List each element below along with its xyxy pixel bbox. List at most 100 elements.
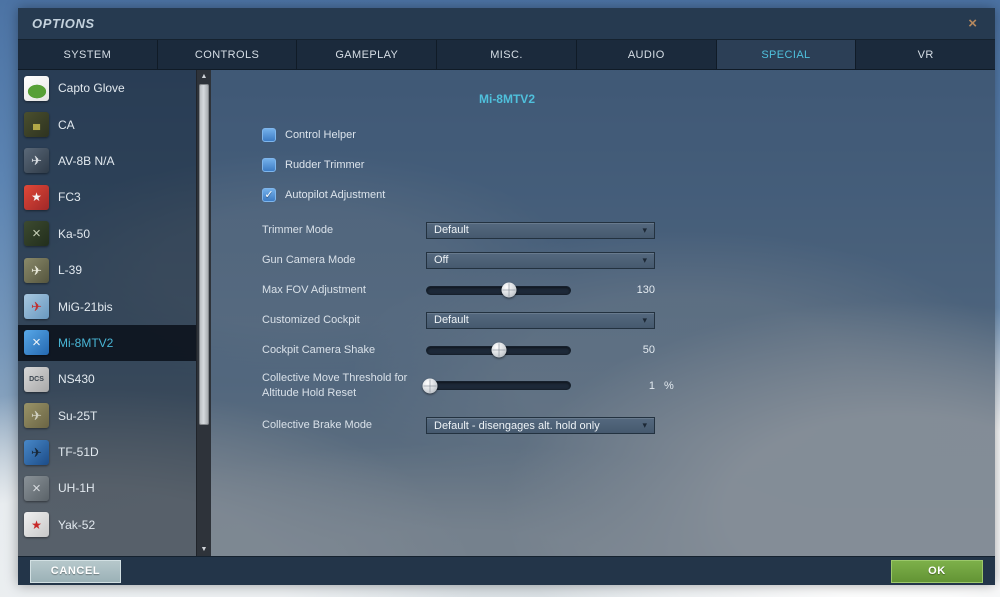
sidebar-item-mig21bis[interactable]: ✈ MiG-21bis (18, 288, 196, 324)
sidebar-item-mi8mtv2[interactable]: × Mi-8MTV2 (18, 324, 196, 362)
scroll-up-icon[interactable]: ▲ (197, 70, 211, 83)
sidebar-item-capto-glove[interactable]: Capto Glove (18, 70, 196, 106)
slider-value: 50 (642, 344, 655, 356)
tab-bar: SYSTEM CONTROLS GAMEPLAY MISC. AUDIO SPE… (18, 40, 995, 70)
icon-glyph: ✈ (31, 408, 42, 424)
setting-row-trimmer-mode: Trimmer Mode Default ▾ (262, 221, 772, 239)
icon-glyph: ▄ (32, 118, 41, 130)
av8b-icon: ✈ (24, 148, 49, 174)
page-title: Mi-8MTV2 (478, 92, 535, 106)
dropdown-trimmer-mode[interactable]: Default ▾ (426, 221, 655, 239)
sidebar-item-ns430[interactable]: DCS NS430 (18, 361, 196, 397)
setting-row-cockpit-camera-shake: Cockpit Camera Shake 50 (262, 341, 772, 359)
sidebar-item-label: NS430 (58, 372, 95, 387)
sidebar-item-l39[interactable]: ✈ L-39 (18, 252, 196, 288)
dropdown-value: Default (434, 224, 469, 236)
icon-glyph: ✈ (31, 299, 42, 315)
scroll-down-icon[interactable]: ▼ (197, 543, 211, 556)
slider-collective-move-threshold[interactable] (422, 378, 571, 394)
title-bar: OPTIONS × (18, 8, 995, 40)
settings-panel: Mi-8MTV2 Control Helper Rudder Trimmer ✓… (211, 70, 995, 556)
sidebar-item-label: Yak-52 (58, 517, 96, 532)
tab-misc[interactable]: MISC. (437, 40, 577, 69)
slider-max-fov[interactable] (426, 282, 571, 298)
sidebar-item-label: Mi-8MTV2 (58, 335, 114, 350)
sidebar-item-av8b[interactable]: ✈ AV-8B N/A (18, 143, 196, 179)
capto-glove-icon (24, 75, 49, 101)
sidebar-item-su25t[interactable]: ✈ Su-25T (18, 398, 196, 434)
icon-glyph: × (32, 479, 41, 497)
icon-glyph (24, 76, 49, 101)
slider-thumb[interactable] (501, 282, 517, 298)
sidebar-item-ca[interactable]: ▄ CA (18, 106, 196, 142)
dropdown-value: Off (434, 254, 449, 266)
sidebar-item-label: AV-8B N/A (58, 153, 115, 168)
tab-vr[interactable]: VR (856, 40, 995, 69)
setting-row-autopilot-adjustment: ✓ Autopilot Adjustment (262, 186, 772, 204)
sidebar-item-label: TF-51D (58, 445, 99, 460)
checkmark-icon: ✓ (264, 188, 274, 201)
setting-label: Gun Camera Mode (262, 253, 356, 266)
slider-wrap: 50 (426, 342, 655, 358)
setting-row-rudder-trimmer: Rudder Trimmer (262, 156, 772, 174)
uh1h-icon: × (24, 475, 49, 501)
checkbox-rudder-trimmer[interactable] (262, 158, 276, 172)
mi8-icon: × (24, 330, 49, 356)
checkbox-control-helper[interactable] (262, 128, 276, 142)
ok-button[interactable]: OK (891, 559, 983, 583)
sidebar-item-uh1h[interactable]: × UH-1H (18, 470, 196, 506)
sidebar-item-tf51d[interactable]: ✈ TF-51D (18, 434, 196, 470)
sidebar-scrollbar[interactable]: ▲ ▼ (196, 70, 211, 556)
tf51d-icon: ✈ (24, 439, 49, 465)
tab-system[interactable]: SYSTEM (18, 40, 158, 69)
slider-thumb[interactable] (422, 378, 438, 394)
setting-row-gun-camera-mode: Gun Camera Mode Off ▾ (262, 251, 772, 269)
slider-track[interactable] (426, 381, 571, 391)
module-sidebar: Capto Glove ▄ CA ✈ AV-8B N/A ★ FC3 × Ka-… (18, 70, 196, 556)
setting-label: Customized Cockpit (262, 313, 360, 326)
chevron-down-icon: ▾ (642, 314, 647, 325)
tab-controls[interactable]: CONTROLS (158, 40, 298, 69)
ka50-icon: × (24, 221, 49, 247)
checkbox-autopilot-adjustment[interactable]: ✓ (262, 188, 276, 202)
setting-row-customized-cockpit: Customized Cockpit Default ▾ (262, 311, 772, 329)
footer-bar: CANCEL OK (18, 556, 995, 585)
sidebar-item-label: MiG-21bis (58, 299, 113, 314)
dropdown-collective-brake-mode[interactable]: Default - disengages alt. hold only ▾ (426, 417, 655, 435)
chevron-down-icon: ▾ (642, 420, 647, 431)
sidebar-item-yak52[interactable]: ★ Yak-52 (18, 507, 196, 543)
setting-label: Control Helper (285, 129, 356, 141)
dropdown-gun-camera-mode[interactable]: Off ▾ (426, 251, 655, 269)
icon-glyph: × (32, 225, 41, 243)
tab-audio[interactable]: AUDIO (577, 40, 717, 69)
close-icon[interactable]: × (964, 14, 981, 33)
setting-label: Autopilot Adjustment (285, 189, 386, 201)
options-dialog: OPTIONS × SYSTEM CONTROLS GAMEPLAY MISC.… (18, 8, 995, 585)
sidebar-item-fc3[interactable]: ★ FC3 (18, 179, 196, 215)
ns430-icon: DCS (24, 366, 49, 392)
dropdown-customized-cockpit[interactable]: Default ▾ (426, 311, 655, 329)
dropdown-value: Default (434, 314, 469, 326)
tab-special[interactable]: SPECIAL (716, 40, 857, 69)
setting-row-control-helper: Control Helper (262, 126, 772, 144)
slider-cockpit-camera-shake[interactable] (426, 342, 571, 358)
sidebar-item-label: FC3 (58, 190, 81, 205)
setting-row-collective-brake-mode: Collective Brake Mode Default - disengag… (262, 417, 772, 435)
scrollbar-thumb[interactable] (199, 84, 209, 425)
setting-row-max-fov: Max FOV Adjustment 130 (262, 281, 772, 299)
slider-unit: % (664, 379, 674, 392)
setting-label: Collective Brake Mode (262, 419, 373, 432)
cancel-button[interactable]: CANCEL (30, 559, 121, 583)
sidebar-item-ka50[interactable]: × Ka-50 (18, 216, 196, 252)
slider-thumb[interactable] (491, 342, 506, 358)
tab-gameplay[interactable]: GAMEPLAY (297, 40, 438, 69)
mig21-icon: ✈ (24, 294, 49, 320)
icon-glyph: ✈ (31, 153, 42, 169)
su25t-icon: ✈ (24, 403, 49, 429)
slider-track[interactable] (426, 285, 571, 295)
setting-label: Max FOV Adjustment (262, 283, 366, 296)
dialog-title: OPTIONS (32, 16, 95, 31)
sidebar-item-label: UH-1H (58, 481, 95, 496)
setting-label: Collective Move Threshold for Altitude H… (262, 372, 408, 399)
yak52-icon: ★ (24, 512, 49, 538)
